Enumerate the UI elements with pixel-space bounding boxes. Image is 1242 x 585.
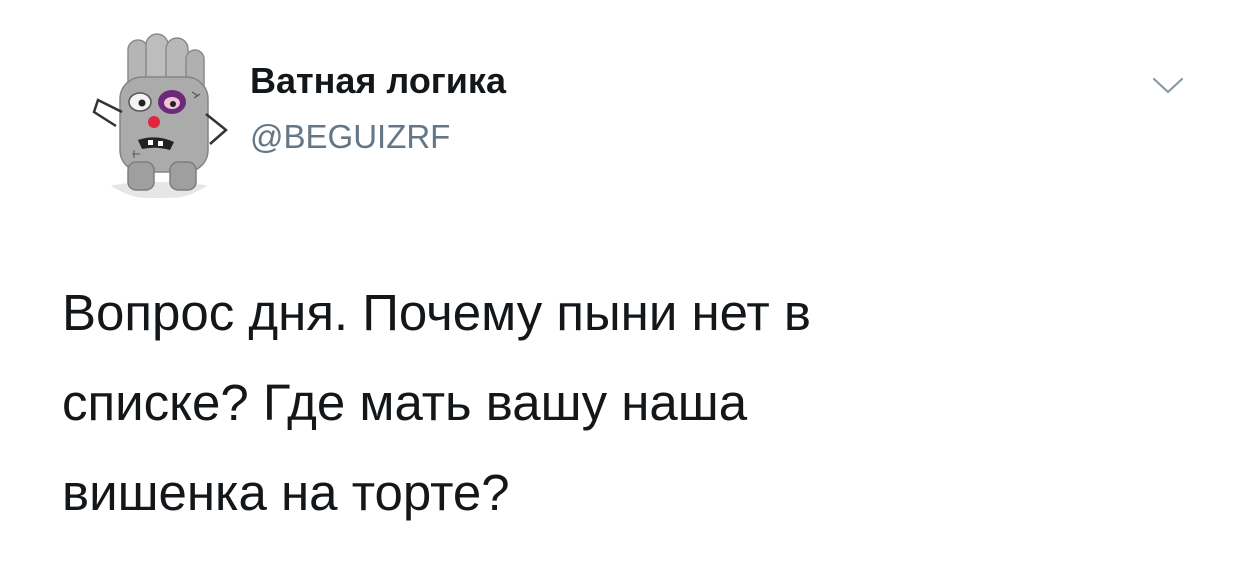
chevron-down-icon (1152, 77, 1184, 94)
tweet-menu-button[interactable] (1148, 70, 1188, 100)
tweet-text: Вопрос дня. Почему пыни нет в списке? Гд… (62, 284, 811, 521)
tweet-card: Ватная логика @BEGUIZRF Вопрос дня. Поче… (0, 0, 1242, 585)
author-avatar[interactable] (70, 22, 248, 200)
author-display-name[interactable]: Ватная логика (250, 60, 506, 102)
author-handle[interactable]: @BEGUIZRF (250, 118, 450, 156)
cotton-glove-character-icon (92, 33, 228, 198)
